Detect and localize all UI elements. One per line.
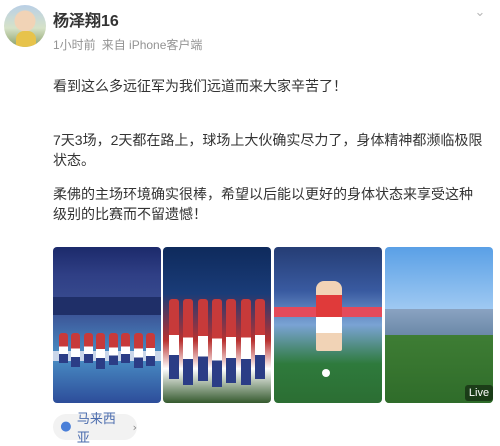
photo-thumbnail-stadium-fans[interactable] (53, 247, 161, 403)
username[interactable]: 杨泽翔16 (53, 7, 119, 31)
post-source[interactable]: 来自 iPhone客户端 (102, 38, 203, 52)
post-time: 1小时前 (53, 38, 96, 52)
location-label: 马来西亚 (76, 411, 116, 445)
verified-badge-icon: ✓ (36, 42, 46, 47)
photo-thumbnail-stadium-pitch[interactable]: Live (385, 247, 493, 403)
post-paragraph-2: 7天3场，2天都在路上，球场上大伙确实尽力了，身体精神都濒临极限状态。 (53, 132, 483, 168)
chevron-right-icon: › (132, 420, 137, 434)
photo-thumbnail-player-kicking[interactable] (274, 247, 382, 403)
live-badge: Live (465, 385, 493, 401)
weibo-post-card: ✓ 杨泽翔16 1小时前来自 iPhone客户端 ⌄ 看到这么多远征军为我们远道… (0, 0, 500, 445)
players-group (59, 333, 155, 379)
post-paragraph-1: 看到这么多远征军为我们远道而来大家辛苦了！ (53, 78, 347, 94)
location-pin-icon: ● (60, 419, 72, 434)
avatar-figure (16, 31, 36, 47)
chevron-down-icon[interactable]: ⌄ (472, 5, 488, 21)
photo-thumbnail-team-lineup[interactable] (163, 247, 271, 403)
players-group (169, 299, 265, 389)
location-tag[interactable]: ● 马来西亚 › (53, 411, 137, 445)
post-meta: 1小时前 来自 iPhone客户端 (53, 36, 202, 53)
post-paragraph-3: 柔佛的主场环境确实很棒，希望以后能以更好的身体状态来享受这种级别的比赛而不留遗憾… (53, 186, 473, 222)
avatar[interactable]: ✓ (4, 5, 46, 47)
